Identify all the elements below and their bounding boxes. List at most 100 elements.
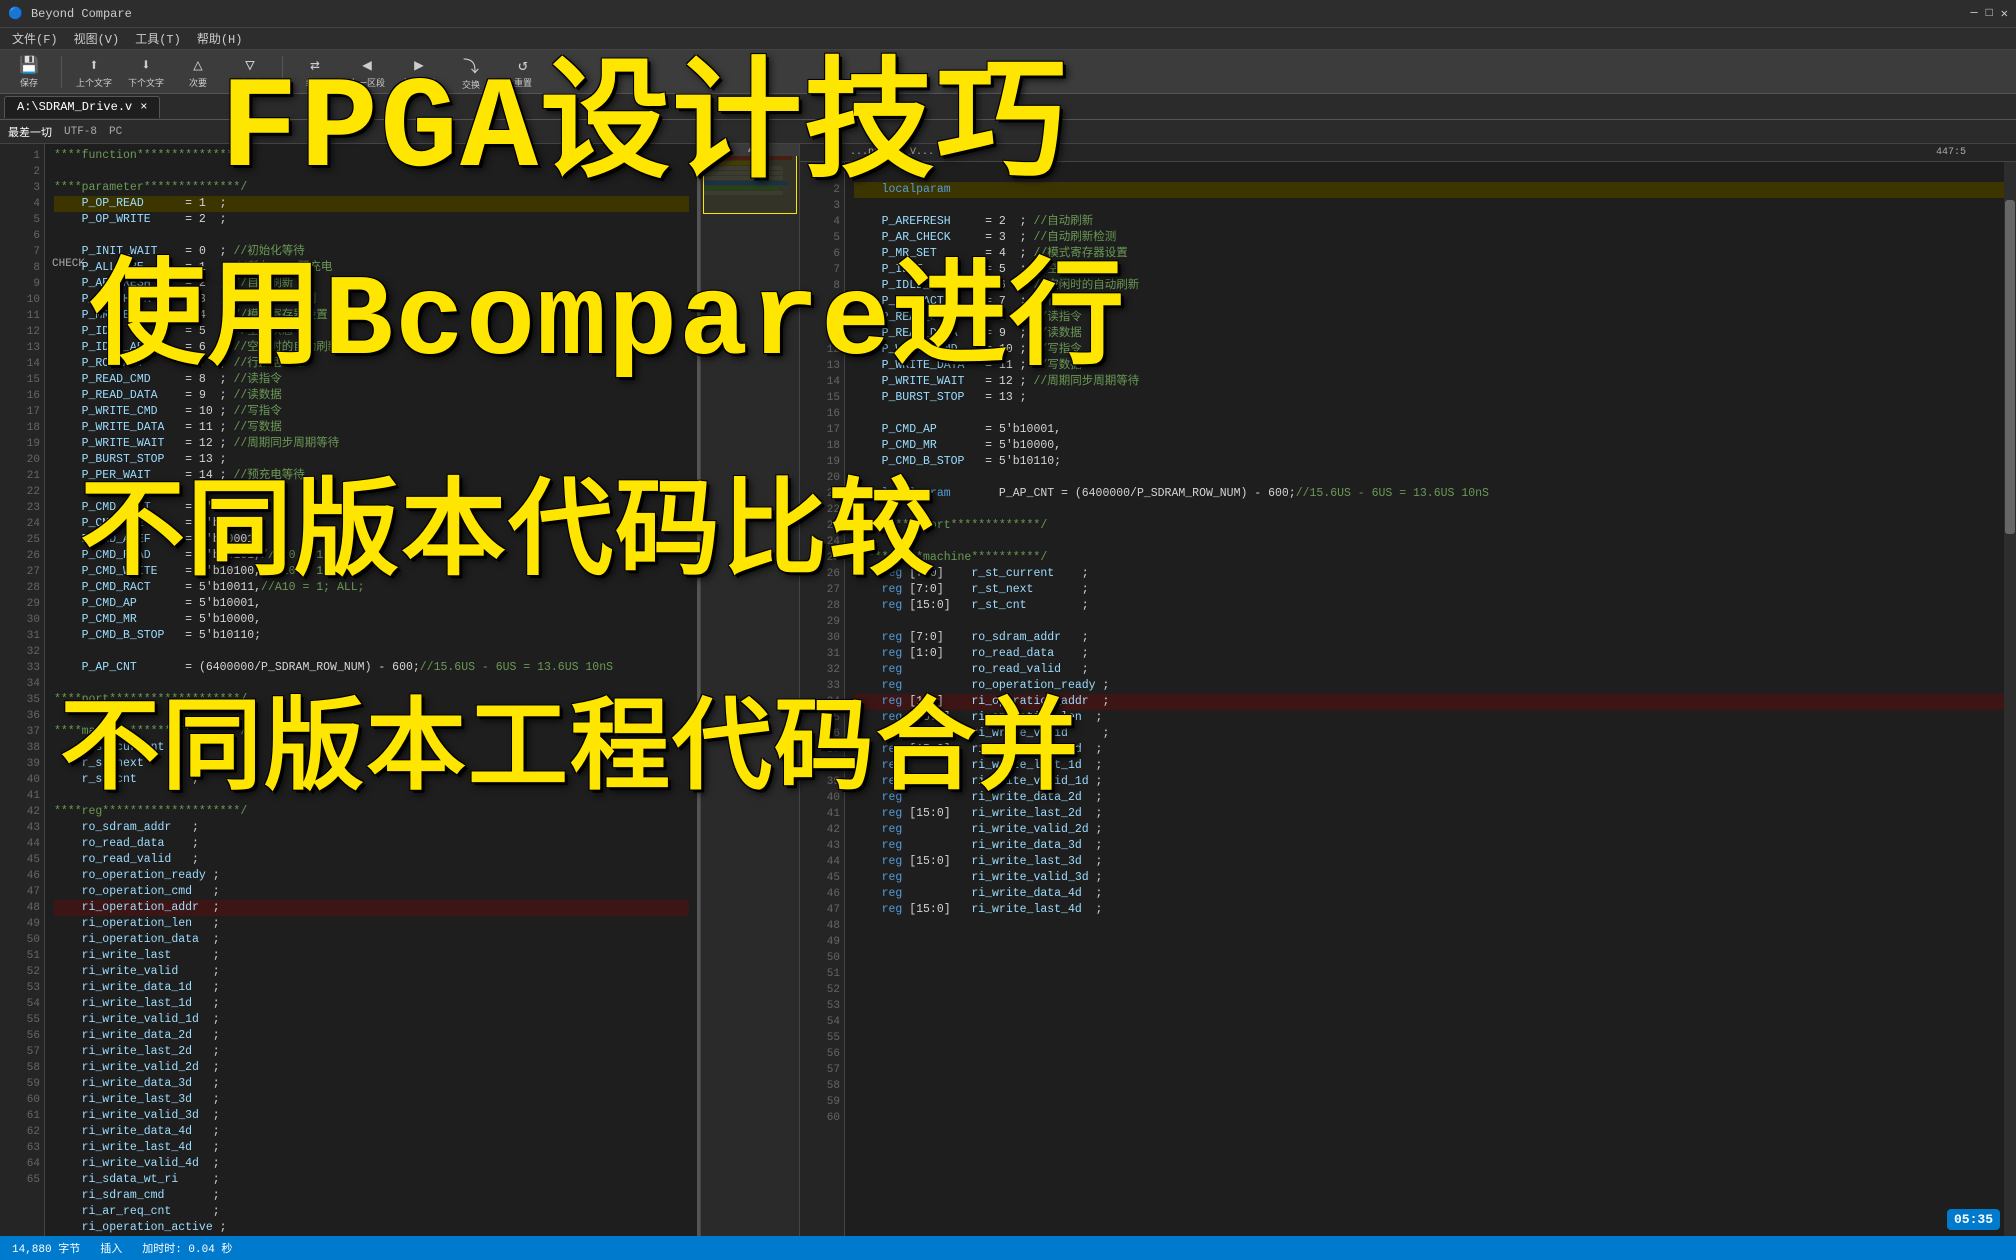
- right-code-panel[interactable]: ...pp\SRC_V... 447:5 1234567891011121314…: [800, 144, 2016, 1258]
- code-line: reg [15:0] r_st_cnt ;: [854, 598, 2008, 614]
- code-line: [854, 198, 2008, 214]
- options-os[interactable]: PC: [109, 126, 122, 138]
- scrollbar-thumb[interactable]: [2005, 200, 2015, 534]
- code-line: **********machine**********/: [854, 550, 2008, 566]
- code-line: P_AR_CHECK = 3 ; //自动刷新检测: [54, 292, 689, 308]
- code-line: reg [15:0] ri_write_last_3d ;: [854, 854, 2008, 870]
- code-line: P_CMD_B_STOP = 5'b10110;: [54, 628, 689, 644]
- code-line: reg [1:0] ro_read_data ;: [854, 646, 2008, 662]
- options-mode[interactable]: 最差一切: [8, 124, 52, 140]
- code-line: ro_operation_cmd ;: [54, 884, 689, 900]
- clock-badge: 05:35: [1947, 1209, 2000, 1230]
- down-icon: ⬇: [141, 55, 151, 75]
- menu-file[interactable]: 文件(F): [4, 30, 66, 47]
- code-line: reg ri_write_data_3d ;: [854, 838, 2008, 854]
- maximize-button[interactable]: □: [1986, 6, 1993, 21]
- close-button[interactable]: ✕: [2001, 6, 2008, 21]
- left-code-panel[interactable]: 1234567891011121314151617181920212223242…: [0, 144, 700, 1258]
- code-line: P_MR_SET = 4 ; //模式寄存器设置: [854, 246, 2008, 262]
- code-line: ro_read_valid ;: [54, 852, 689, 868]
- code-line: P_WRITE_DATA = 11 ; //写数据: [54, 420, 689, 436]
- check-label: CHECK: [52, 258, 85, 270]
- code-line: P_AREFRESH = 2 ; //自动刷新: [854, 214, 2008, 230]
- up-icon: ⬆: [89, 55, 99, 75]
- code-line: ro_sdram_addr ;: [54, 820, 689, 836]
- right-scrollbar[interactable]: [2004, 144, 2016, 1258]
- merge-button[interactable]: ⤵ 交换: [448, 53, 494, 91]
- tabbar: A:\SDRAM_Drive.v ×: [0, 94, 2016, 120]
- code-line: P_CMD_RACT = 5'b10011,//A10 = 1; ALL;: [54, 580, 689, 596]
- refresh-icon: ↺: [518, 55, 528, 75]
- code-line: ro_operation_ready ;: [54, 868, 689, 884]
- code-line: P_CMD_AP = 5'b10001,: [854, 422, 2008, 438]
- code-line: P_WRITE_CMD = 10 ; //写指令: [54, 404, 689, 420]
- code-line: P_READ_CMD = 8 ; //读指令: [854, 310, 2008, 326]
- minimap-scroll-up[interactable]: ▲: [701, 144, 799, 156]
- window-title: Beyond Compare: [31, 7, 132, 21]
- code-line: **********port*************/: [854, 518, 2008, 534]
- prev-diff-button[interactable]: △ 次要: [175, 53, 221, 91]
- code-line: P_CMD_MR = 5'b10000,: [54, 612, 689, 628]
- code-line: P_CMD_MR = 5'b10000,: [854, 438, 2008, 454]
- code-line: P_OP_READ = 1 ;: [54, 196, 689, 212]
- file-tab[interactable]: A:\SDRAM_Drive.v ×: [4, 96, 160, 118]
- code-line: P_IDLE_AR = 6 ; //空闲时的自动刷新: [854, 278, 2008, 294]
- code-line: r_st_cnt ;: [54, 772, 689, 788]
- code-line: reg ri_write_last_1d ;: [854, 758, 2008, 774]
- code-line: ri_write_data_3d ;: [54, 1076, 689, 1092]
- code-line: P_WRITE_WAIT = 12 ; //周期同步周期等待: [54, 436, 689, 452]
- code-line: P_ROW_ACT = 7 ; //行激活状态: [54, 356, 689, 372]
- code-line: ri_write_last_2d ;: [54, 1044, 689, 1060]
- code-line: ri_operation_addr ;: [54, 900, 689, 916]
- swap-button[interactable]: ⇄ 编辑: [292, 53, 338, 91]
- code-line: [854, 502, 2008, 518]
- next-section-button[interactable]: ▶ 上一部分: [396, 53, 442, 91]
- code-line: [54, 788, 689, 804]
- code-line: [54, 164, 689, 180]
- tab-close-button[interactable]: ×: [140, 100, 147, 114]
- code-line: [854, 406, 2008, 422]
- code-line: P_PER_WAIT = 14 ; //预充电等待: [54, 468, 689, 484]
- merge-icon: ⤵: [463, 53, 479, 77]
- code-line: P_WRITE_CMD = 10 ; //写指令: [854, 342, 2008, 358]
- prev-text-button[interactable]: ⬆ 上个文字: [71, 53, 117, 91]
- right-code-content[interactable]: localparam P_AREFRESH = 2 ; //自动刷新 P_AR_…: [846, 162, 2016, 1258]
- minimize-button[interactable]: ─: [1970, 6, 1977, 21]
- code-line: reg ri_write_data_4d ;: [854, 886, 2008, 902]
- swap-icon: ⇄: [310, 55, 320, 75]
- next-text-button[interactable]: ⬇ 下个文字: [123, 53, 169, 91]
- code-line: ri_write_last_1d ;: [54, 996, 689, 1012]
- options-encoding[interactable]: UTF-8: [64, 126, 97, 138]
- toolbar-sep-1: [61, 56, 62, 88]
- save-button[interactable]: 💾 保存: [6, 53, 52, 91]
- down-tri-icon: ▽: [245, 55, 255, 75]
- code-line: reg ro_read_valid ;: [854, 662, 2008, 678]
- code-line: P_READ_DATA = 9 ; //读数据: [854, 326, 2008, 342]
- code-line: P_ALL_PRE = 1 ; //所有BANK预充电: [54, 260, 689, 276]
- code-line: P_IDLE = 5 ; //空闲状态: [54, 324, 689, 340]
- minimap-viewport: [703, 154, 797, 214]
- next-diff-button[interactable]: ▽ 规则: [227, 53, 273, 91]
- code-line: ri_operation_data ;: [54, 932, 689, 948]
- code-line: P_IDLE_AR = 6 ; //空闲时的自动刷新: [54, 340, 689, 356]
- code-line: ri_write_last ;: [54, 948, 689, 964]
- menu-help[interactable]: 帮助(H): [189, 30, 251, 47]
- code-line: r_st_current ;: [54, 740, 689, 756]
- left-code-content[interactable]: ****function**************/ ****paramete…: [46, 144, 697, 1258]
- code-line: reg [7:0] ro_sdram_addr ;: [854, 630, 2008, 646]
- refresh-button[interactable]: ↺ 重置: [500, 53, 546, 91]
- code-line: localparam: [854, 182, 2008, 198]
- titlebar: 🔵 Beyond Compare ─ □ ✕: [0, 0, 2016, 28]
- menu-view[interactable]: 视图(V): [66, 30, 128, 47]
- code-line: reg ri_write_valid_2d ;: [854, 822, 2008, 838]
- code-line: reg [7:0] r_st_next ;: [854, 582, 2008, 598]
- menu-tools[interactable]: 工具(T): [127, 30, 189, 47]
- code-line: ri_write_last_4d ;: [54, 1140, 689, 1156]
- code-line: reg [15:0] ri_write_data_1d ;: [854, 742, 2008, 758]
- code-line: r_st_next ;: [54, 756, 689, 772]
- prev-section-button[interactable]: ◀ 上一区段: [344, 53, 390, 91]
- code-line: ****function**************/: [54, 148, 689, 164]
- code-line: P_CMD_AP = 5'b10001,: [54, 596, 689, 612]
- code-line: ri_sdram_cmd ;: [54, 1188, 689, 1204]
- code-line: ri_write_data_4d ;: [54, 1124, 689, 1140]
